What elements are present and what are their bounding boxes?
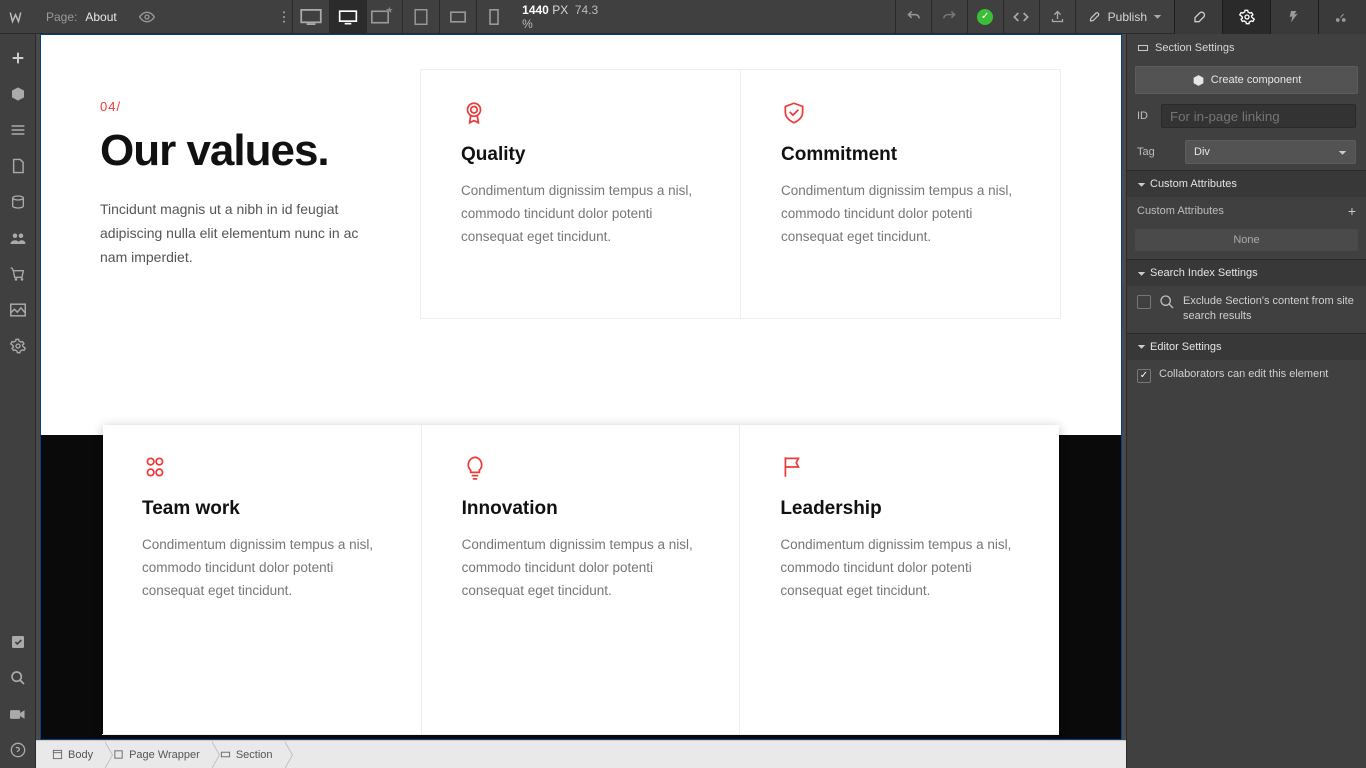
section-lead: Tincidunt magnis ut a nibh in id feugiat… xyxy=(100,198,381,269)
users-button[interactable] xyxy=(0,220,36,256)
more-icon[interactable] xyxy=(276,9,292,25)
crumb-section[interactable]: Section xyxy=(212,741,285,768)
value-desc: Condimentum dignissim tempus a nisl, com… xyxy=(462,534,700,603)
team-icon xyxy=(142,454,168,480)
interactions-tab[interactable] xyxy=(1270,0,1318,34)
video-button[interactable] xyxy=(0,696,36,732)
id-label: ID xyxy=(1137,110,1153,122)
custom-attributes-head[interactable]: Custom Attributes xyxy=(1127,170,1366,197)
eye-icon[interactable] xyxy=(139,9,155,25)
redo-button[interactable] xyxy=(931,0,967,34)
value-desc: Condimentum dignissim tempus a nisl, com… xyxy=(142,534,381,603)
canvas[interactable]: 04/ Our values. Tincidunt magnis ut a ni… xyxy=(36,34,1126,740)
add-element-button[interactable] xyxy=(0,40,36,76)
breakpoint-xl-button[interactable] xyxy=(292,0,329,34)
right-panel: Section Settings Create component ID Tag… xyxy=(1126,34,1366,768)
value-title: Team work xyxy=(142,498,381,520)
style-tab[interactable] xyxy=(1174,0,1222,34)
id-input[interactable] xyxy=(1161,104,1356,128)
logo-icon xyxy=(8,8,26,26)
viewport-size: 1440 PX 74.3 % xyxy=(512,3,610,31)
selected-section[interactable]: 04/ Our values. Tincidunt magnis ut a ni… xyxy=(40,34,1122,740)
effects-tab[interactable] xyxy=(1318,0,1366,34)
value-title: Quality xyxy=(461,144,700,166)
help-button[interactable] xyxy=(0,732,36,768)
value-desc: Condimentum dignissim tempus a nisl, com… xyxy=(781,180,1020,249)
export-button[interactable] xyxy=(1039,0,1075,34)
crumb-body[interactable]: Body xyxy=(44,741,105,768)
components-button[interactable] xyxy=(0,76,36,112)
checkbox[interactable] xyxy=(1137,369,1151,383)
chevron-down-icon xyxy=(1137,342,1146,351)
search-button[interactable] xyxy=(0,660,36,696)
value-desc: Condimentum dignissim tempus a nisl, com… xyxy=(780,534,1019,603)
undo-button[interactable] xyxy=(895,0,931,34)
values-intro[interactable]: 04/ Our values. Tincidunt magnis ut a ni… xyxy=(100,69,421,319)
code-button[interactable] xyxy=(1003,0,1039,34)
tag-select[interactable]: Div xyxy=(1185,140,1356,164)
custom-attributes-sub: Custom Attributes+ xyxy=(1127,197,1366,225)
breakpoint-desktop-button[interactable] xyxy=(329,0,366,34)
assets-button[interactable] xyxy=(0,292,36,328)
breakpoint-mobile-landscape-button[interactable] xyxy=(439,0,476,34)
navigator-button[interactable] xyxy=(0,112,36,148)
exclude-search-option[interactable]: Exclude Section's content from site sear… xyxy=(1127,286,1366,333)
create-component-button[interactable]: Create component xyxy=(1135,66,1358,94)
settings-button[interactable] xyxy=(0,328,36,364)
chevron-down-icon xyxy=(1137,269,1146,278)
cms-button[interactable] xyxy=(0,184,36,220)
status-button[interactable]: ✓ xyxy=(967,0,1003,34)
value-desc: Condimentum dignissim tempus a nisl, com… xyxy=(461,180,700,249)
crumb-page-wrapper[interactable]: Page Wrapper xyxy=(105,741,212,768)
chevron-down-icon xyxy=(1153,12,1162,21)
flag-icon xyxy=(780,454,806,480)
breakpoint-tablet-button[interactable] xyxy=(402,0,439,34)
breakpoint-tablet-wide-button[interactable]: ★ xyxy=(366,0,403,34)
left-rail xyxy=(0,34,36,768)
chevron-down-icon xyxy=(1137,180,1146,189)
value-card[interactable]: Innovation Condimentum dignissim tempus … xyxy=(421,424,741,735)
tag-label: Tag xyxy=(1137,146,1177,158)
shield-icon xyxy=(781,100,807,126)
editor-settings-head[interactable]: Editor Settings xyxy=(1127,333,1366,360)
cube-icon xyxy=(1192,74,1205,87)
chevron-down-icon xyxy=(1338,148,1347,157)
panel-title: Section Settings xyxy=(1127,34,1366,62)
value-card[interactable]: Team work Condimentum dignissim tempus a… xyxy=(102,424,422,735)
rocket-icon xyxy=(1088,10,1102,24)
section-icon xyxy=(1137,42,1149,54)
value-card[interactable]: Quality Condimentum dignissim tempus a n… xyxy=(420,69,741,319)
audit-button[interactable] xyxy=(0,624,36,660)
breadcrumbs: Body Page Wrapper Section xyxy=(36,740,1126,768)
award-icon xyxy=(461,100,487,126)
value-title: Leadership xyxy=(780,498,1019,520)
search-eye-icon xyxy=(1159,294,1175,310)
section-number: 04/ xyxy=(100,99,381,114)
custom-attributes-none: None xyxy=(1135,229,1358,251)
add-attribute-button[interactable]: + xyxy=(1348,203,1356,219)
breakpoint-mobile-button[interactable] xyxy=(476,0,513,34)
value-title: Innovation xyxy=(462,498,700,520)
collaborators-edit-option[interactable]: Collaborators can edit this element xyxy=(1127,360,1366,391)
search-index-head[interactable]: Search Index Settings xyxy=(1127,259,1366,286)
value-card[interactable]: Leadership Condimentum dignissim tempus … xyxy=(739,424,1059,735)
section-heading: Our values. xyxy=(100,126,381,176)
settings-tab[interactable] xyxy=(1222,0,1270,34)
pages-button[interactable] xyxy=(0,148,36,184)
page-name[interactable]: About xyxy=(85,10,116,24)
value-title: Commitment xyxy=(781,144,1020,166)
value-card[interactable]: Commitment Condimentum dignissim tempus … xyxy=(740,69,1061,319)
publish-button[interactable]: Publish xyxy=(1075,0,1174,34)
checkbox[interactable] xyxy=(1137,295,1151,309)
topbar: Page: About ★ 1440 PX 74.3 % ✓ Publish xyxy=(0,0,1366,34)
bulb-icon xyxy=(462,454,488,480)
page-label: Page: xyxy=(46,10,77,24)
ecommerce-button[interactable] xyxy=(0,256,36,292)
